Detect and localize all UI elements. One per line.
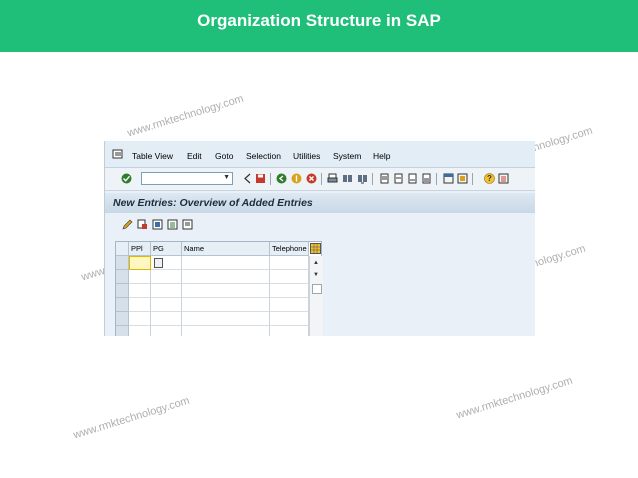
watermark: www.rmktechnology.com [72,394,192,442]
entries-table: PPl PG Name Telephone ▲ ▼ [115,241,323,336]
row-selector[interactable] [116,312,129,326]
copy-as-icon[interactable] [137,219,148,230]
cell-ppl[interactable] [129,298,151,312]
row-selector[interactable] [116,270,129,284]
cell-telephone[interactable] [270,284,309,298]
watermark: www.rmktechnology.com [455,374,575,422]
column-header-name[interactable]: Name [182,242,270,256]
menu-bar: Table View Edit Goto Selection Utilities… [105,141,535,168]
find-icon[interactable] [342,173,353,184]
last-page-icon[interactable] [421,173,432,184]
watermark: www.rmktechnology.com [126,92,246,140]
delete-icon[interactable] [152,219,163,230]
next-page-icon[interactable] [407,173,418,184]
cell-name[interactable] [182,326,270,336]
menu-help[interactable]: Help [373,151,390,161]
layout-menu-icon[interactable] [498,173,509,184]
back-arrow-icon[interactable] [242,173,253,184]
select-all-icon[interactable] [167,219,178,230]
column-header-telephone[interactable]: Telephone [270,242,309,256]
cell-ppl[interactable] [129,312,151,326]
back-icon[interactable] [276,173,287,184]
menu-goto[interactable]: Goto [215,151,233,161]
table-corner [116,242,129,256]
cell-pg[interactable] [151,284,182,298]
toolbar-separator [372,173,373,185]
print-icon[interactable] [327,173,338,184]
table-settings-icon[interactable] [310,243,321,254]
screen-title-bar: New Entries: Overview of Added Entries [105,193,535,213]
cancel-icon[interactable] [306,173,317,184]
help-icon[interactable]: ? [484,173,495,184]
scroll-thumb[interactable] [312,284,322,294]
shortcut-icon[interactable] [457,173,468,184]
cell-telephone[interactable] [270,298,309,312]
application-toolbar [105,213,535,235]
sap-window: Table View Edit Goto Selection Utilities… [104,141,535,336]
possible-entries-icon[interactable] [154,258,163,268]
cell-pg[interactable] [151,326,182,336]
cell-name[interactable] [182,312,270,326]
standard-toolbar: ▼ ? [105,168,535,191]
previous-page-icon[interactable] [393,173,404,184]
vertical-scrollbar[interactable]: ▲ ▼ [309,256,323,336]
create-session-icon[interactable] [443,173,454,184]
cell-pg[interactable] [151,298,182,312]
toolbar-separator [270,173,271,185]
cell-name[interactable] [182,284,270,298]
exit-icon[interactable] [291,173,302,184]
svg-text:?: ? [487,174,492,183]
find-next-icon[interactable] [357,173,368,184]
cell-ppl[interactable] [129,256,151,270]
cell-name[interactable] [182,256,270,270]
cell-name[interactable] [182,270,270,284]
scroll-down-icon[interactable]: ▼ [310,270,322,281]
cell-ppl[interactable] [129,326,151,336]
column-header-ppl[interactable]: PPl [129,242,151,256]
cell-telephone[interactable] [270,270,309,284]
menu-edit[interactable]: Edit [187,151,202,161]
row-selector[interactable] [116,298,129,312]
slide-header: Organization Structure in SAP [0,0,638,52]
command-field[interactable]: ▼ [141,172,233,185]
first-page-icon[interactable] [379,173,390,184]
toolbar-separator [321,173,322,185]
cell-ppl[interactable] [129,270,151,284]
slide-title: Organization Structure in SAP [197,11,441,30]
menu-table-view[interactable]: Table View [132,151,173,161]
scroll-up-icon[interactable]: ▲ [310,258,322,269]
menu-selection[interactable]: Selection [246,151,281,161]
toolbar-separator [472,173,473,185]
cell-pg[interactable] [151,270,182,284]
cell-telephone[interactable] [270,326,309,336]
column-header-pg[interactable]: PG [151,242,182,256]
deselect-all-icon[interactable] [182,219,193,230]
cell-telephone[interactable] [270,312,309,326]
screen-title: New Entries: Overview of Added Entries [113,197,313,209]
cell-pg[interactable] [151,256,182,270]
chevron-down-icon[interactable]: ▼ [223,174,230,181]
toolbar-separator [436,173,437,185]
cell-telephone[interactable] [270,256,309,270]
menu-system[interactable]: System [333,151,361,161]
menu-icon[interactable] [112,149,124,159]
display-change-icon[interactable] [122,219,133,230]
row-selector[interactable] [116,284,129,298]
enter-icon[interactable] [121,173,132,184]
menu-utilities[interactable]: Utilities [293,151,320,161]
row-selector[interactable] [116,256,129,270]
cell-ppl[interactable] [129,284,151,298]
cell-name[interactable] [182,298,270,312]
save-icon[interactable] [255,173,266,184]
cell-pg[interactable] [151,312,182,326]
row-selector[interactable] [116,326,129,336]
